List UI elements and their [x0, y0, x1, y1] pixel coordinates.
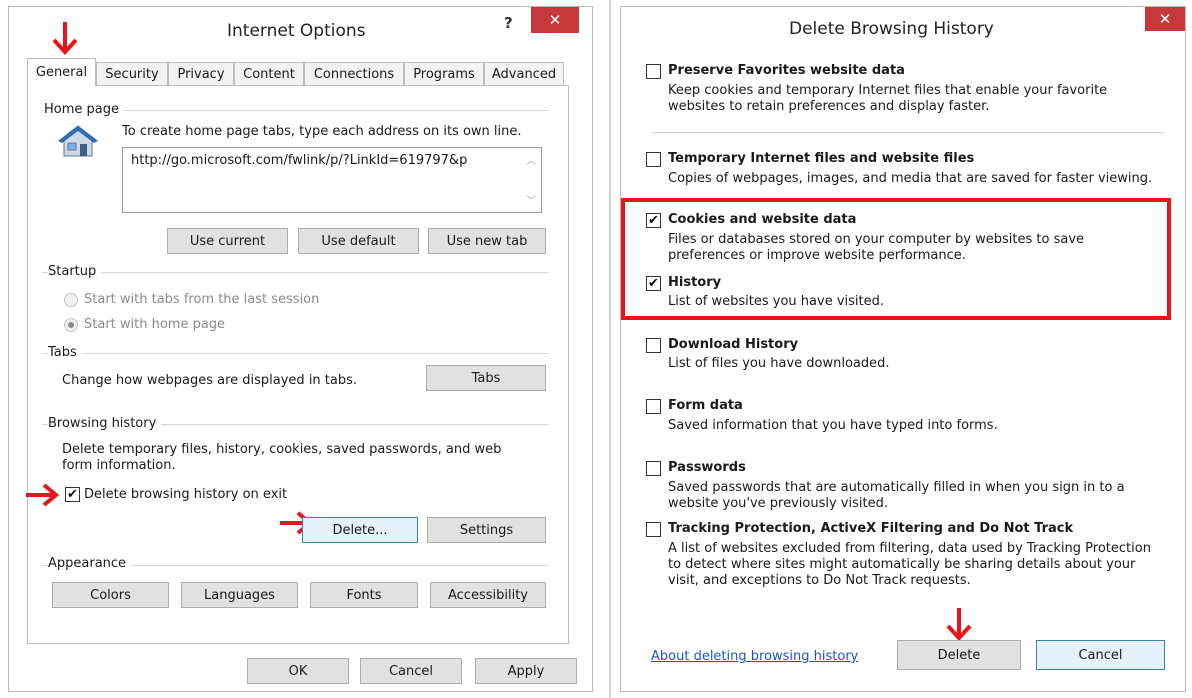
delete-on-exit-checkbox[interactable]: ✔	[65, 487, 80, 502]
radio-selected-dot	[68, 322, 74, 328]
house-icon	[58, 125, 98, 157]
delete-history-title: Delete Browsing History	[789, 19, 994, 39]
appearance-label: Appearance	[48, 556, 132, 571]
option-title: Tracking Protection, ActiveX Filtering a…	[668, 521, 1074, 536]
option-description: Copies of webpages, images, and media th…	[668, 171, 1153, 186]
delete-button[interactable]: Delete...	[302, 517, 418, 543]
windows-divider	[609, 0, 611, 698]
option-title: History	[668, 275, 722, 290]
passwords-checkbox[interactable]	[646, 461, 661, 476]
tab-general[interactable]: General	[27, 58, 96, 86]
startup-label: Startup	[48, 264, 102, 279]
option-description: List of files you have downloaded.	[668, 356, 890, 371]
delete-on-exit-label: Delete browsing history on exit	[84, 487, 288, 502]
startup-radio-last-session[interactable]	[64, 293, 78, 307]
options-separator	[652, 132, 1164, 133]
tab-advanced[interactable]: Advanced	[484, 62, 564, 85]
browsing-history-label: Browsing history	[48, 416, 162, 431]
use-default-button[interactable]: Use default	[298, 228, 419, 254]
tab-programs[interactable]: Programs	[404, 62, 484, 85]
home-page-label: Home page	[44, 102, 124, 117]
cancel-delete-button[interactable]: Cancel	[1036, 640, 1165, 670]
tabs-group-label: Tabs	[48, 345, 82, 360]
close-button[interactable]: ✕	[1145, 7, 1185, 31]
history-checkbox[interactable]: ✔	[646, 276, 661, 291]
languages-button[interactable]: Languages	[181, 582, 298, 608]
tab-privacy[interactable]: Privacy	[168, 62, 234, 85]
tracking-protection-checkbox[interactable]	[646, 522, 661, 537]
scroll-down-icon[interactable]: ﹀	[526, 192, 536, 207]
option-title: Form data	[668, 398, 743, 413]
tabs-button[interactable]: Tabs	[426, 365, 546, 391]
annotation-arrow-down-icon	[946, 608, 972, 641]
browsing-history-description-line1: Delete temporary files, history, cookies…	[62, 442, 502, 457]
tab-content[interactable]: Content	[234, 62, 304, 85]
use-current-button[interactable]: Use current	[167, 228, 288, 254]
preserve-favorites-checkbox[interactable]	[646, 64, 661, 79]
option-description: Keep cookies and temporary Internet file…	[668, 83, 1108, 114]
option-title: Download History	[668, 337, 799, 352]
option-description: A list of websites excluded from filteri…	[668, 541, 1151, 588]
form-data-checkbox[interactable]	[646, 399, 661, 414]
option-description: Saved passwords that are automatically f…	[668, 480, 1125, 511]
colors-button[interactable]: Colors	[52, 582, 169, 608]
cancel-button[interactable]: Cancel	[360, 658, 462, 684]
option-description: Files or databases stored on your comput…	[668, 232, 1085, 263]
startup-option-home-page: Start with home page	[84, 317, 226, 332]
internet-options-title: Internet Options	[227, 21, 366, 41]
tabs-group-line	[42, 353, 548, 354]
annotation-arrow-down-icon	[52, 22, 78, 55]
fonts-button[interactable]: Fonts	[310, 582, 418, 608]
tabs-group-text: Change how webpages are displayed in tab…	[62, 373, 358, 388]
startup-radio-home-page[interactable]	[64, 318, 78, 332]
apply-button[interactable]: Apply	[475, 658, 577, 684]
accessibility-button[interactable]: Accessibility	[430, 582, 546, 608]
use-new-tab-button[interactable]: Use new tab	[428, 228, 546, 254]
home-page-instruction: To create home page tabs, type each addr…	[122, 124, 522, 139]
option-title: Preserve Favorites website data	[668, 63, 905, 78]
ok-button[interactable]: OK	[247, 658, 349, 684]
tab-connections[interactable]: Connections	[304, 62, 404, 85]
home-page-url-box[interactable]: http://go.microsoft.com/fwlink/p/?LinkId…	[122, 147, 542, 213]
option-description: Saved information that you have typed in…	[668, 418, 998, 433]
settings-button[interactable]: Settings	[427, 517, 546, 543]
close-button[interactable]: ✕	[531, 7, 579, 33]
about-deleting-history-link[interactable]: About deleting browsing history	[651, 649, 858, 664]
annotation-arrow-right-icon	[26, 483, 60, 507]
tab-security[interactable]: Security	[96, 62, 168, 85]
option-title: Temporary Internet files and website fil…	[668, 151, 975, 166]
delete-confirm-button[interactable]: Delete	[897, 640, 1021, 670]
download-history-checkbox[interactable]	[646, 338, 661, 353]
option-title: Cookies and website data	[668, 212, 857, 227]
cookies-checkbox[interactable]: ✔	[646, 213, 661, 228]
startup-option-last-session: Start with tabs from the last session	[84, 292, 320, 307]
home-page-url-value[interactable]: http://go.microsoft.com/fwlink/p/?LinkId…	[131, 153, 467, 168]
option-description: List of websites you have visited.	[668, 294, 885, 309]
startup-group-line	[42, 272, 548, 273]
browsing-history-description-line2: form information.	[62, 458, 176, 473]
url-scrollbar[interactable]: ︿ ﹀	[523, 148, 541, 212]
option-title: Passwords	[668, 460, 746, 475]
scroll-up-icon[interactable]: ︿	[526, 152, 536, 167]
help-button[interactable]: ?	[504, 14, 513, 32]
temporary-files-checkbox[interactable]	[646, 152, 661, 167]
